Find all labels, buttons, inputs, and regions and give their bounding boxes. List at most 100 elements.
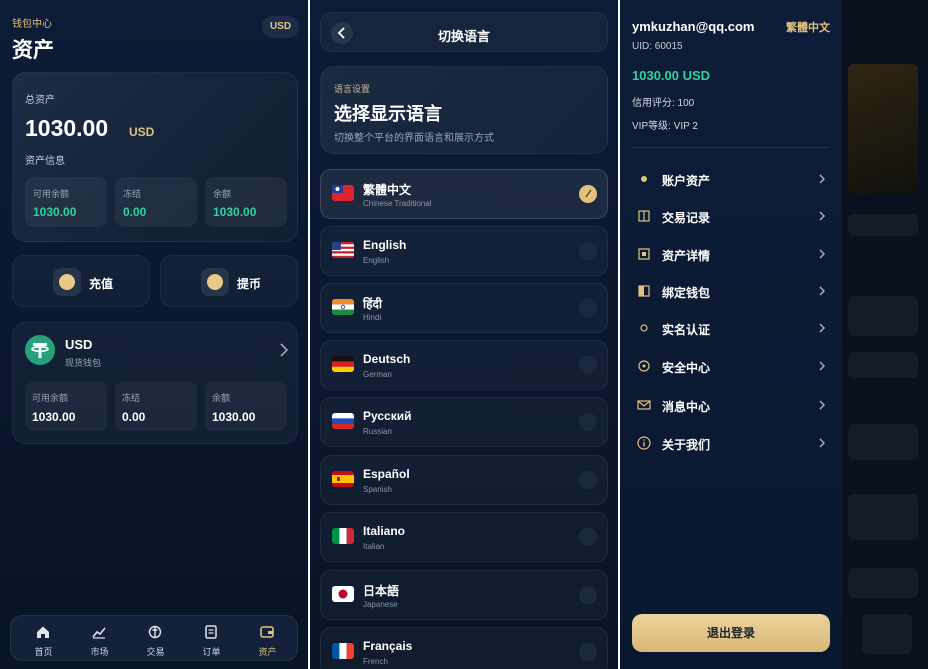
chart-icon — [92, 627, 106, 639]
menu-item-message-center[interactable]: 消息中心 — [632, 390, 832, 420]
menu-item-security-center[interactable]: 安全中心 — [632, 351, 832, 381]
language-option-de[interactable]: Deutsch German — [320, 340, 608, 390]
stat-label: 余额 — [213, 189, 232, 199]
available-balance-box: 可用余额 1030.00 — [25, 177, 107, 227]
assets-screen: 钱包中心 资产 USD 总资产 1030.00 USD 资产信息 可用余额 10… — [0, 0, 308, 669]
wallet-name: USD — [65, 337, 93, 352]
menu-item-identity-verification[interactable]: 实名认证 — [632, 313, 832, 343]
radio-button[interactable] — [579, 586, 597, 604]
user-email: ymkuzhan@qq.com — [632, 19, 755, 34]
stat-value: 1030.00 — [212, 410, 256, 424]
language-intro-card: 语言设置 选择显示语言 切换整个平台的界面语言和展示方式 — [320, 66, 608, 154]
page-title: 切换语言 — [437, 29, 490, 44]
language-english-name: Spanish — [363, 485, 392, 494]
language-english-name: Chinese Traditional — [363, 199, 432, 208]
nav-market[interactable]: 市场 — [71, 616, 128, 662]
language-option-it[interactable]: Italiano Italian — [320, 512, 608, 562]
language-name: 日本語 — [363, 584, 400, 598]
bottom-navigation: 首页 市场 交易 订单 资产 — [10, 615, 298, 661]
menu-item-account-assets[interactable]: 账户资产 — [632, 164, 832, 194]
menu-item-bind-wallet[interactable]: 绑定钱包 — [632, 276, 832, 306]
chevron-right-icon — [819, 174, 825, 184]
language-option-hi[interactable]: हिंदी Hindi — [320, 283, 608, 333]
withdraw-label: 提币 — [237, 277, 262, 291]
user-uid: UID: 60015 — [632, 41, 683, 52]
radio-button[interactable] — [579, 413, 597, 431]
stat-value: 1030.00 — [213, 205, 257, 219]
nav-orders[interactable]: 订单 — [183, 616, 240, 662]
stat-value: 0.00 — [122, 410, 146, 424]
radio-button[interactable] — [579, 643, 597, 661]
language-english-name: French — [363, 657, 388, 666]
language-name: Русский — [363, 409, 412, 423]
menu-item-asset-details[interactable]: 资产详情 — [632, 239, 832, 269]
language-option-es[interactable]: Español Spanish — [320, 455, 608, 505]
language-english-name: Japanese — [363, 600, 398, 609]
language-switch-link[interactable]: 繁體中文 — [786, 19, 830, 35]
withdraw-button[interactable]: 提币 — [160, 255, 298, 307]
germany-flag-icon — [332, 356, 354, 372]
nav-label: 资产 — [258, 647, 277, 657]
menu-label: 消息中心 — [662, 400, 711, 414]
language-option-ru[interactable]: Русский Russian — [320, 397, 608, 447]
menu-label: 安全中心 — [662, 361, 711, 375]
radio-button[interactable] — [579, 299, 597, 317]
nav-label: 市场 — [90, 647, 109, 657]
language-name: Français — [363, 639, 413, 653]
nav-home[interactable]: 首页 — [15, 616, 72, 662]
chevron-right-icon — [819, 286, 825, 296]
radio-button[interactable] — [579, 356, 597, 374]
divider — [632, 147, 829, 148]
menu-label: 绑定钱包 — [662, 286, 711, 300]
deposit-button[interactable]: 充值 — [12, 255, 150, 307]
credit-score: 信用评分: 100 — [632, 98, 695, 109]
home-icon — [37, 626, 49, 638]
page-title: 资产 — [12, 39, 54, 62]
usd-wallet-card[interactable]: USD 现货钱包 可用余额 1030.00 冻结 0.00 余额 1030.00 — [12, 322, 298, 444]
language-name: 繁體中文 — [363, 183, 412, 197]
coin-icon — [53, 268, 81, 296]
menu-label: 实名认证 — [662, 323, 711, 337]
radio-button[interactable] — [579, 471, 597, 489]
chevron-right-icon — [819, 211, 825, 221]
chevron-right-icon — [819, 438, 825, 448]
stat-value: 1030.00 — [33, 205, 77, 219]
spain-flag-icon — [332, 471, 354, 487]
orders-icon — [205, 625, 217, 639]
stat-label: 冻结 — [122, 393, 141, 403]
menu-label: 交易记录 — [662, 211, 711, 225]
menu-item-about-us[interactable]: 关于我们 — [632, 428, 832, 458]
language-english-name: English — [363, 256, 390, 265]
language-english-name: Hindi — [363, 313, 382, 322]
total-assets-label: 总资产 — [25, 95, 55, 106]
logout-button[interactable]: 退出登录 — [632, 614, 830, 652]
language-name: Deutsch — [363, 352, 411, 366]
language-name: English — [363, 238, 407, 252]
language-option-en[interactable]: English English — [320, 226, 608, 276]
nav-trade[interactable]: 交易 — [127, 616, 184, 662]
chevron-right-icon — [819, 323, 825, 333]
language-name: हिंदी — [363, 297, 382, 311]
italy-flag-icon — [332, 528, 354, 544]
stat-label: 冻结 — [123, 189, 142, 199]
nav-label: 交易 — [146, 647, 165, 657]
nav-assets[interactable]: 资产 — [239, 616, 296, 662]
radio-button[interactable] — [579, 528, 597, 546]
deposit-label: 充值 — [89, 277, 114, 291]
japan-flag-icon — [332, 586, 354, 602]
assets-info-label: 资产信息 — [25, 156, 65, 167]
nav-label: 订单 — [202, 647, 221, 657]
stat-label: 可用余额 — [33, 189, 70, 199]
language-option-zh-tw[interactable]: 繁體中文 Chinese Traditional — [320, 169, 608, 219]
taiwan-flag-icon — [332, 185, 354, 201]
stat-value: 1030.00 — [32, 410, 76, 424]
menu-item-trade-records[interactable]: 交易记录 — [632, 201, 832, 231]
radio-button[interactable] — [579, 242, 597, 260]
dot-icon — [641, 176, 647, 182]
stat-label: 可用余额 — [32, 393, 69, 403]
menu-label: 关于我们 — [662, 438, 711, 452]
currency-selector[interactable]: USD — [262, 16, 299, 38]
language-option-fr[interactable]: Français French — [320, 627, 608, 669]
language-option-ja[interactable]: 日本語 Japanese — [320, 570, 608, 620]
shield-icon — [638, 360, 650, 372]
